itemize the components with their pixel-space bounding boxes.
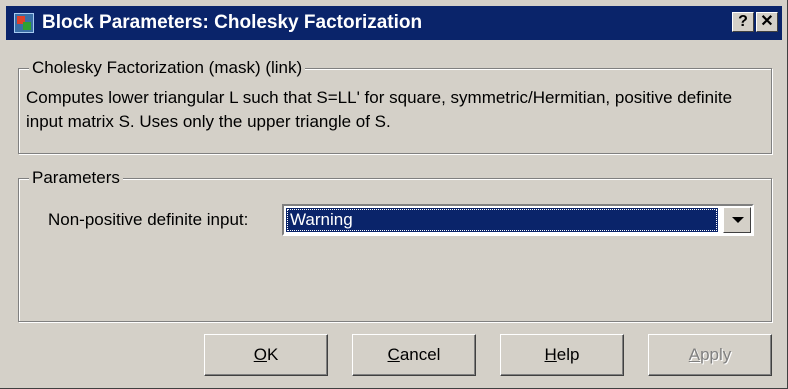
close-icon[interactable]: ✕ bbox=[756, 12, 778, 32]
help-mnemonic: H bbox=[544, 345, 557, 364]
dialog-window: Block Parameters: Cholesky Factorization… bbox=[0, 0, 788, 389]
ok-label-rest: K bbox=[266, 345, 279, 364]
cancel-mnemonic: C bbox=[387, 345, 400, 364]
ok-button[interactable]: OK bbox=[204, 334, 328, 376]
apply-mnemonic: A bbox=[688, 345, 701, 364]
cancel-button[interactable]: Cancel bbox=[352, 334, 476, 376]
window-title: Block Parameters: Cholesky Factorization bbox=[42, 12, 423, 33]
mask-group-legend: Cholesky Factorization (mask) (link) bbox=[29, 58, 306, 78]
simulink-block-icon[interactable] bbox=[14, 13, 34, 33]
apply-label-rest: pply bbox=[700, 345, 732, 364]
mask-description: Computes lower triangular L such that S=… bbox=[26, 88, 733, 131]
nonpositive-definite-input-label: Non-positive definite input: bbox=[48, 210, 249, 229]
cancel-label-rest: ancel bbox=[399, 345, 441, 364]
chevron-down-icon[interactable] bbox=[723, 207, 751, 233]
parameters-group-legend: Parameters bbox=[29, 168, 123, 188]
help-label-rest: elp bbox=[556, 345, 580, 364]
apply-button[interactable]: Apply bbox=[648, 334, 772, 376]
help-button[interactable]: Help bbox=[500, 334, 624, 376]
help-icon[interactable]: ? bbox=[732, 12, 754, 32]
dropdown-selected-value[interactable]: Warning bbox=[286, 208, 718, 232]
ok-mnemonic: O bbox=[253, 345, 267, 364]
nonpositive-definite-input-dropdown[interactable]: Warning bbox=[282, 204, 754, 236]
parameters-group: Parameters bbox=[18, 168, 772, 322]
title-bar[interactable]: Block Parameters: Cholesky Factorization… bbox=[6, 6, 782, 40]
